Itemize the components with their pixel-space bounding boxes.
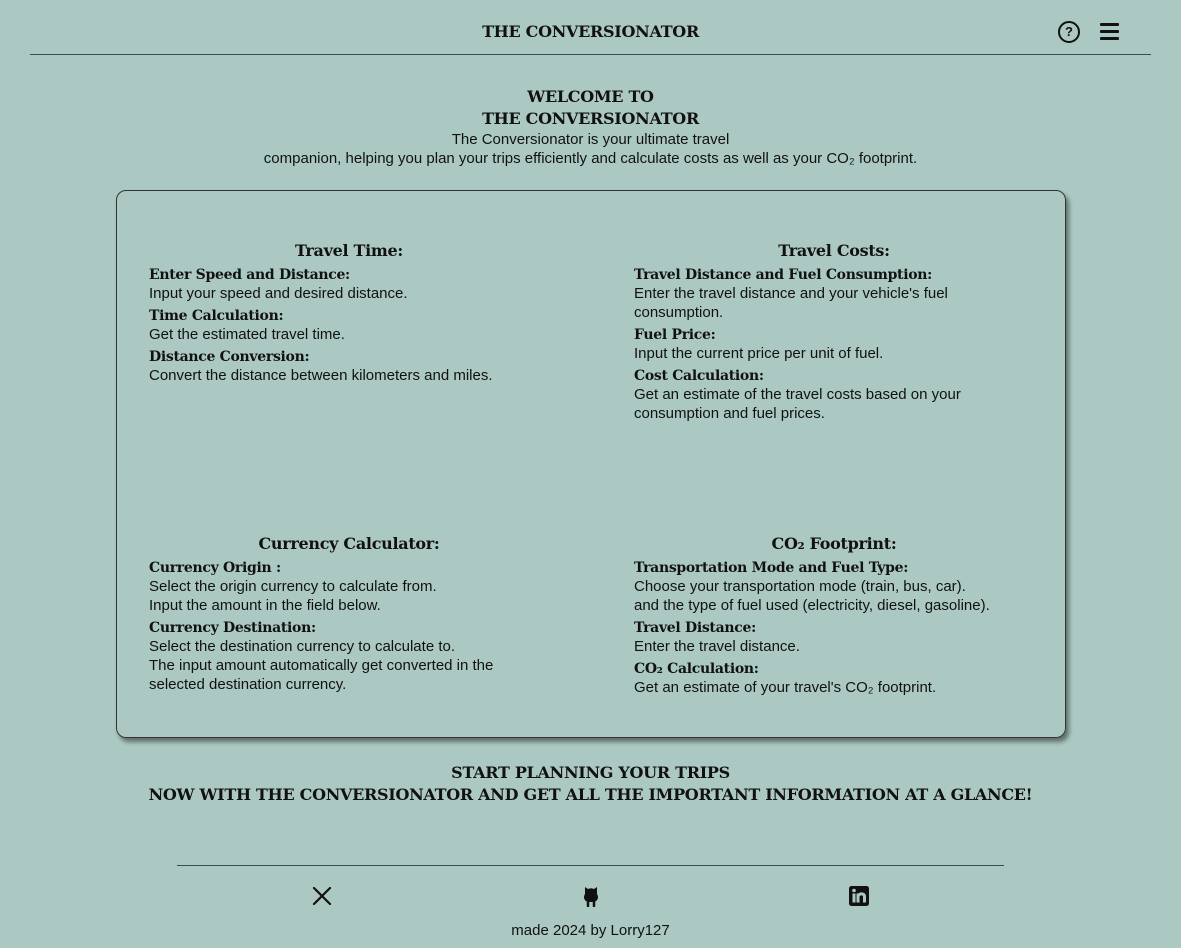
item-heading: CO₂ Calculation: xyxy=(634,661,759,677)
intro-description: The Conversionator is your ultimate trav… xyxy=(0,130,1181,168)
item-text: Input the amount in the field below. xyxy=(149,597,381,614)
travel-time-section: Travel Time: Enter Speed and Distance: I… xyxy=(149,241,549,385)
item-heading: Currency Destination: xyxy=(149,620,316,636)
linkedin-icon[interactable] xyxy=(848,885,870,907)
currency-calculator-section: Currency Calculator: Currency Origin : S… xyxy=(149,534,549,694)
cta-line-2: NOW WITH THE CONVERSIONATOR AND GET ALL … xyxy=(148,785,1033,804)
item-text: and the type of fuel used (electricity, … xyxy=(634,597,990,614)
item-heading: Distance Conversion: xyxy=(149,349,310,365)
item-text: Choose your transportation mode (train, … xyxy=(634,578,966,595)
question-circle-icon[interactable]: ? xyxy=(1058,21,1080,43)
cta-line-1: START PLANNING YOUR TRIPS xyxy=(451,763,730,782)
item-text: The input amount automatically get conve… xyxy=(149,657,494,693)
item-text: Get the estimated travel time. xyxy=(149,326,345,343)
top-header: THE CONVERSIONATOR ? xyxy=(30,0,1151,55)
item-heading: Currency Origin : xyxy=(149,560,281,576)
item-heading: Enter Speed and Distance: xyxy=(149,267,350,283)
item-text: Select the destination currency to calcu… xyxy=(149,638,456,655)
section-title: Travel Costs: xyxy=(778,241,890,260)
welcome-heading: WELCOME TO THE CONVERSIONATOR xyxy=(0,86,1181,130)
welcome-line-1: WELCOME TO xyxy=(527,87,654,106)
item-heading: Transportation Mode and Fuel Type: xyxy=(634,560,909,576)
section-title: Travel Time: xyxy=(294,241,404,260)
footer-credit: made 2024 by Lorry127 xyxy=(511,922,670,939)
item-heading: Travel Distance and Fuel Consumption: xyxy=(634,267,933,283)
item-text: Select the origin currency to calculate … xyxy=(149,578,437,595)
github-icon[interactable] xyxy=(580,885,602,908)
welcome-line-2: THE CONVERSIONATOR xyxy=(482,109,699,128)
travel-costs-section: Travel Costs: Travel Distance and Fuel C… xyxy=(634,241,1034,423)
item-text: Convert the distance between kilometers … xyxy=(149,367,493,384)
intro-line-1: The Conversionator is your ultimate trav… xyxy=(451,131,730,148)
brand-title: THE CONVERSIONATOR xyxy=(482,22,699,41)
item-heading: Cost Calculation: xyxy=(634,368,764,384)
item-text: Get an estimate of your travel's CO₂ foo… xyxy=(634,679,937,696)
item-text: Get an estimate of the travel costs base… xyxy=(634,386,961,422)
features-card: Travel Time: Enter Speed and Distance: I… xyxy=(116,190,1066,738)
intro-line-2: companion, helping you plan your trips e… xyxy=(263,150,918,167)
item-heading: Travel Distance: xyxy=(634,620,756,636)
section-title: Currency Calculator: xyxy=(258,534,440,553)
call-to-action: START PLANNING YOUR TRIPS NOW WITH THE C… xyxy=(0,762,1181,806)
co2-footprint-section: CO₂ Footprint: Transportation Mode and F… xyxy=(634,534,1034,697)
hamburger-menu-icon[interactable] xyxy=(1100,23,1119,40)
item-text: Enter the travel distance. xyxy=(634,638,800,655)
x-twitter-icon[interactable] xyxy=(311,885,333,907)
item-text: Enter the travel distance and your vehic… xyxy=(634,285,948,321)
item-heading: Fuel Price: xyxy=(634,327,716,343)
item-heading: Time Calculation: xyxy=(149,308,284,324)
item-text: Input the current price per unit of fuel… xyxy=(634,345,884,362)
footer-divider xyxy=(177,865,1004,866)
section-title: CO₂ Footprint: xyxy=(771,534,897,553)
item-text: Input your speed and desired distance. xyxy=(149,285,408,302)
